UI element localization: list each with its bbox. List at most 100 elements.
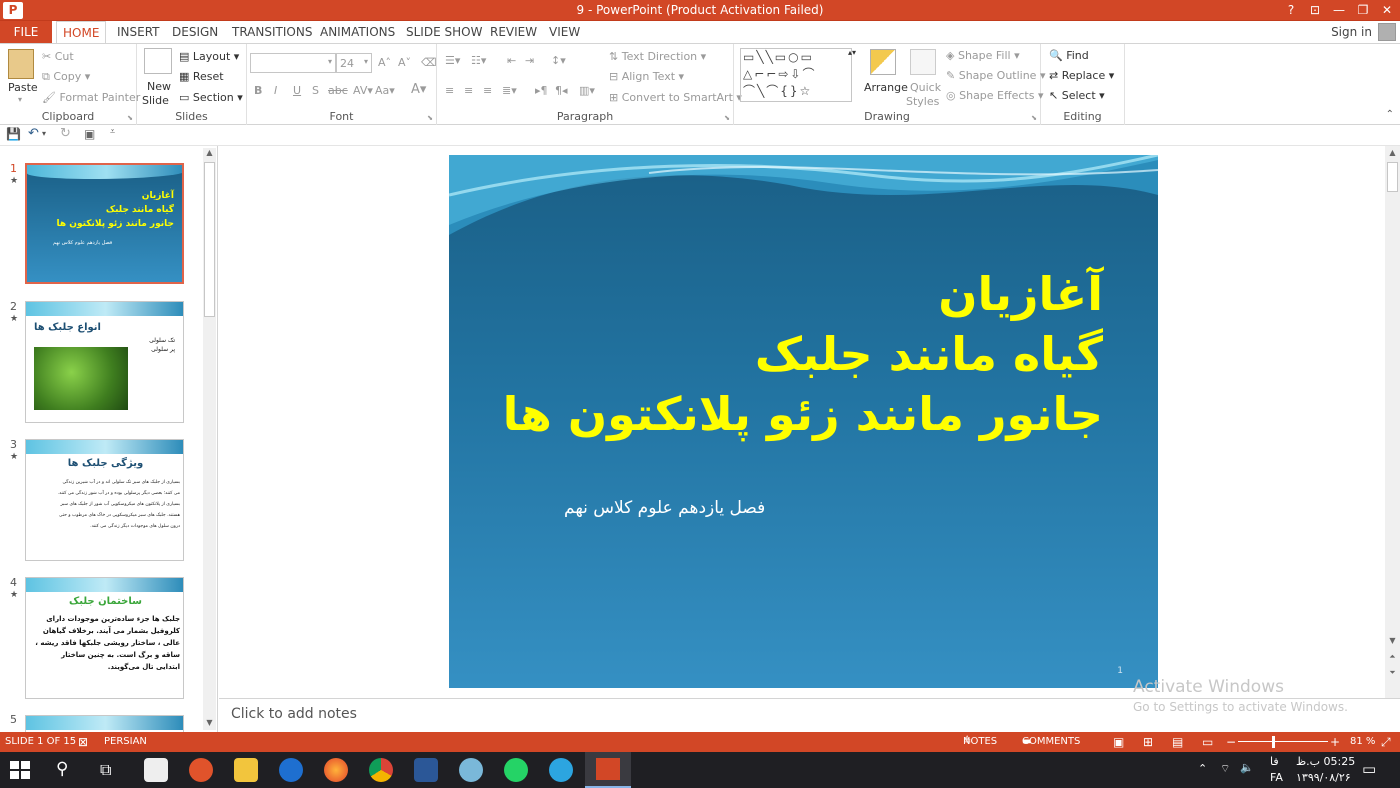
tab-review[interactable]: REVIEW <box>484 21 543 43</box>
slide-thumbnails-pane[interactable]: 1 ★ آغازیان گیاه مانند جلبک جانور مانند … <box>0 146 218 732</box>
cut-button[interactable]: ✂ Cut <box>42 50 74 63</box>
pdf-app-icon[interactable] <box>189 758 213 782</box>
tab-transitions[interactable]: TRANSITIONS <box>226 21 318 43</box>
sign-in-link[interactable]: Sign in <box>1331 21 1372 43</box>
tab-insert[interactable]: INSERT <box>111 21 166 43</box>
next-slide-icon[interactable]: ⏷ <box>1385 668 1400 678</box>
whatsapp-icon[interactable] <box>504 758 528 782</box>
input-language-fa[interactable]: فا <box>1270 755 1279 768</box>
powerpoint-taskbar-button[interactable] <box>585 752 631 788</box>
search-icon[interactable]: ⚲ <box>56 759 68 779</box>
thumbnails-scrollbar[interactable]: ▲ ▼ <box>203 148 216 730</box>
decrease-font-icon[interactable]: A˅ <box>398 56 411 69</box>
close-button[interactable]: ✕ <box>1376 0 1398 21</box>
slide-thumbnail-1[interactable]: آغازیان گیاه مانند جلبک جانور مانند زئو … <box>25 163 184 284</box>
tab-slide-show[interactable]: SLIDE SHOW <box>400 21 488 43</box>
arrange-button[interactable]: Arrange <box>864 81 908 94</box>
paste-icon[interactable] <box>8 49 34 79</box>
slide-thumbnail-5[interactable] <box>25 715 184 732</box>
section-button[interactable]: ▭ Section ▾ <box>179 91 243 104</box>
zoom-slider-thumb[interactable] <box>1272 736 1275 748</box>
clipboard-launcher-icon[interactable]: ⬊ <box>127 114 133 122</box>
change-case-icon[interactable]: Aa▾ <box>375 84 395 97</box>
undo-icon[interactable]: ↶ <box>28 126 39 141</box>
strikethrough-icon[interactable]: abc <box>328 84 348 97</box>
increase-font-icon[interactable]: A˄ <box>378 56 391 69</box>
clock-time[interactable]: 05:25 ب.ظ <box>1296 755 1355 768</box>
volume-icon[interactable]: 🔈 <box>1240 761 1254 774</box>
paragraph-launcher-icon[interactable]: ⬊ <box>724 114 730 122</box>
help-icon[interactable]: ? <box>1280 0 1302 21</box>
quick-styles-icon[interactable] <box>910 49 936 75</box>
slide-sorter-view-icon[interactable]: ⊞ <box>1143 732 1153 752</box>
reading-view-icon[interactable]: ▤ <box>1172 732 1183 752</box>
slide-thumbnail-3[interactable]: ویژگی جلبک ها بسیاری از جلبک های سبز تک … <box>25 439 184 561</box>
tab-file[interactable]: FILE <box>0 21 52 43</box>
new-slide-icon[interactable] <box>144 48 172 74</box>
tab-design[interactable]: DESIGN <box>166 21 224 43</box>
shape-outline-button[interactable]: ✎ Shape Outline ▾ <box>946 69 1046 82</box>
align-left-icon[interactable]: ≡ <box>445 84 454 97</box>
arrange-icon[interactable] <box>870 49 896 75</box>
slide-subtitle[interactable]: فصل یازدهم علوم کلاس نهم <box>564 498 765 518</box>
layout-button[interactable]: ▤ Layout ▾ <box>179 50 239 63</box>
font-name-dropdown[interactable]: ▾ <box>250 53 336 73</box>
scroll-down-icon[interactable]: ▼ <box>1385 636 1400 645</box>
ribbon-display-options-icon[interactable]: ⊡ <box>1304 0 1326 21</box>
start-slideshow-icon[interactable]: ▣ <box>84 127 95 141</box>
language-indicator[interactable]: PERSIAN <box>104 732 147 752</box>
user-avatar-icon[interactable] <box>1378 23 1396 41</box>
spell-check-icon[interactable]: ⊠ <box>78 732 88 752</box>
scroll-thumb[interactable] <box>1387 162 1398 192</box>
underline-icon[interactable]: U <box>293 84 301 97</box>
new-slide-button-line2[interactable]: Slide <box>142 94 169 107</box>
customize-qat-icon[interactable]: ⩡ <box>110 127 115 137</box>
firefox-icon[interactable] <box>324 758 348 782</box>
decrease-indent-icon[interactable]: ⇤ <box>507 54 516 67</box>
chrome-icon[interactable] <box>369 758 393 782</box>
redo-icon[interactable]: ↻ <box>60 126 71 141</box>
reset-button[interactable]: ▦ Reset <box>179 70 224 83</box>
task-view-icon[interactable]: ⧉ <box>100 760 111 780</box>
scroll-up-icon[interactable]: ▲ <box>203 148 216 160</box>
shapes-gallery-more-icon[interactable]: ▴▾ <box>848 48 856 57</box>
browser-app-icon[interactable] <box>279 758 303 782</box>
quick-styles-button[interactable]: Quick <box>910 81 941 94</box>
zoom-level[interactable]: 81 % <box>1350 732 1375 752</box>
telegram-icon[interactable] <box>549 758 573 782</box>
calculator-icon[interactable] <box>144 758 168 782</box>
notes-placeholder[interactable]: Click to add notes <box>231 706 357 722</box>
format-painter-button[interactable]: 🖌 Format Painter <box>42 91 140 104</box>
current-slide[interactable]: آغازیان گیاه مانند جلبک جانور مانند زئو … <box>449 155 1158 688</box>
slide-thumbnail-2[interactable]: انواع جلبک ها تک سلولی پر سلولی <box>25 301 184 423</box>
tab-home[interactable]: HOME <box>56 21 107 44</box>
slideshow-view-icon[interactable]: ▭ <box>1202 732 1213 752</box>
shapes-gallery[interactable]: ▭╲╲▭○▭ △⌐⌐⇨⇩⌒ ⌒╲⌒{}☆ <box>740 48 852 102</box>
clock-date[interactable]: ۱۳۹۹/۰۸/۲۶ <box>1296 771 1351 784</box>
increase-indent-icon[interactable]: ⇥ <box>525 54 534 67</box>
action-center-icon[interactable]: ▭ <box>1362 760 1376 778</box>
network-icon[interactable]: ⌔ <box>1220 762 1230 776</box>
tab-view[interactable]: VIEW <box>543 21 586 43</box>
slide-counter[interactable]: SLIDE 1 OF 15 <box>5 732 76 752</box>
align-center-icon[interactable]: ≡ <box>464 84 473 97</box>
clear-formatting-icon[interactable]: ⌫ <box>421 56 437 69</box>
select-button[interactable]: ↖ Select ▾ <box>1049 89 1105 102</box>
convert-smartart-button[interactable]: ⊞ Convert to SmartArt ▾ <box>609 91 742 104</box>
normal-view-icon[interactable]: ▣ <box>1113 732 1124 752</box>
tab-animations[interactable]: ANIMATIONS <box>314 21 401 43</box>
rtl-direction-icon[interactable]: ¶◂ <box>555 84 568 97</box>
new-slide-button[interactable]: New <box>147 80 171 93</box>
bold-icon[interactable]: B <box>254 84 262 97</box>
paste-button[interactable]: Paste <box>8 81 38 94</box>
ltr-direction-icon[interactable]: ▸¶ <box>535 84 548 97</box>
character-spacing-icon[interactable]: AV▾ <box>353 84 373 97</box>
slide-title-line3[interactable]: جانور مانند زئو پلانکتون ها <box>503 387 1103 441</box>
windows-start-icon[interactable] <box>10 761 30 779</box>
copy-button[interactable]: ⧉ Copy ▾ <box>42 70 90 84</box>
input-language-code[interactable]: FA <box>1270 771 1283 784</box>
text-shadow-icon[interactable]: S <box>312 84 319 97</box>
zoom-in-button[interactable]: + <box>1330 732 1340 752</box>
powerpoint-app-icon[interactable]: P <box>3 2 23 19</box>
drawing-launcher-icon[interactable]: ⬊ <box>1031 114 1037 122</box>
